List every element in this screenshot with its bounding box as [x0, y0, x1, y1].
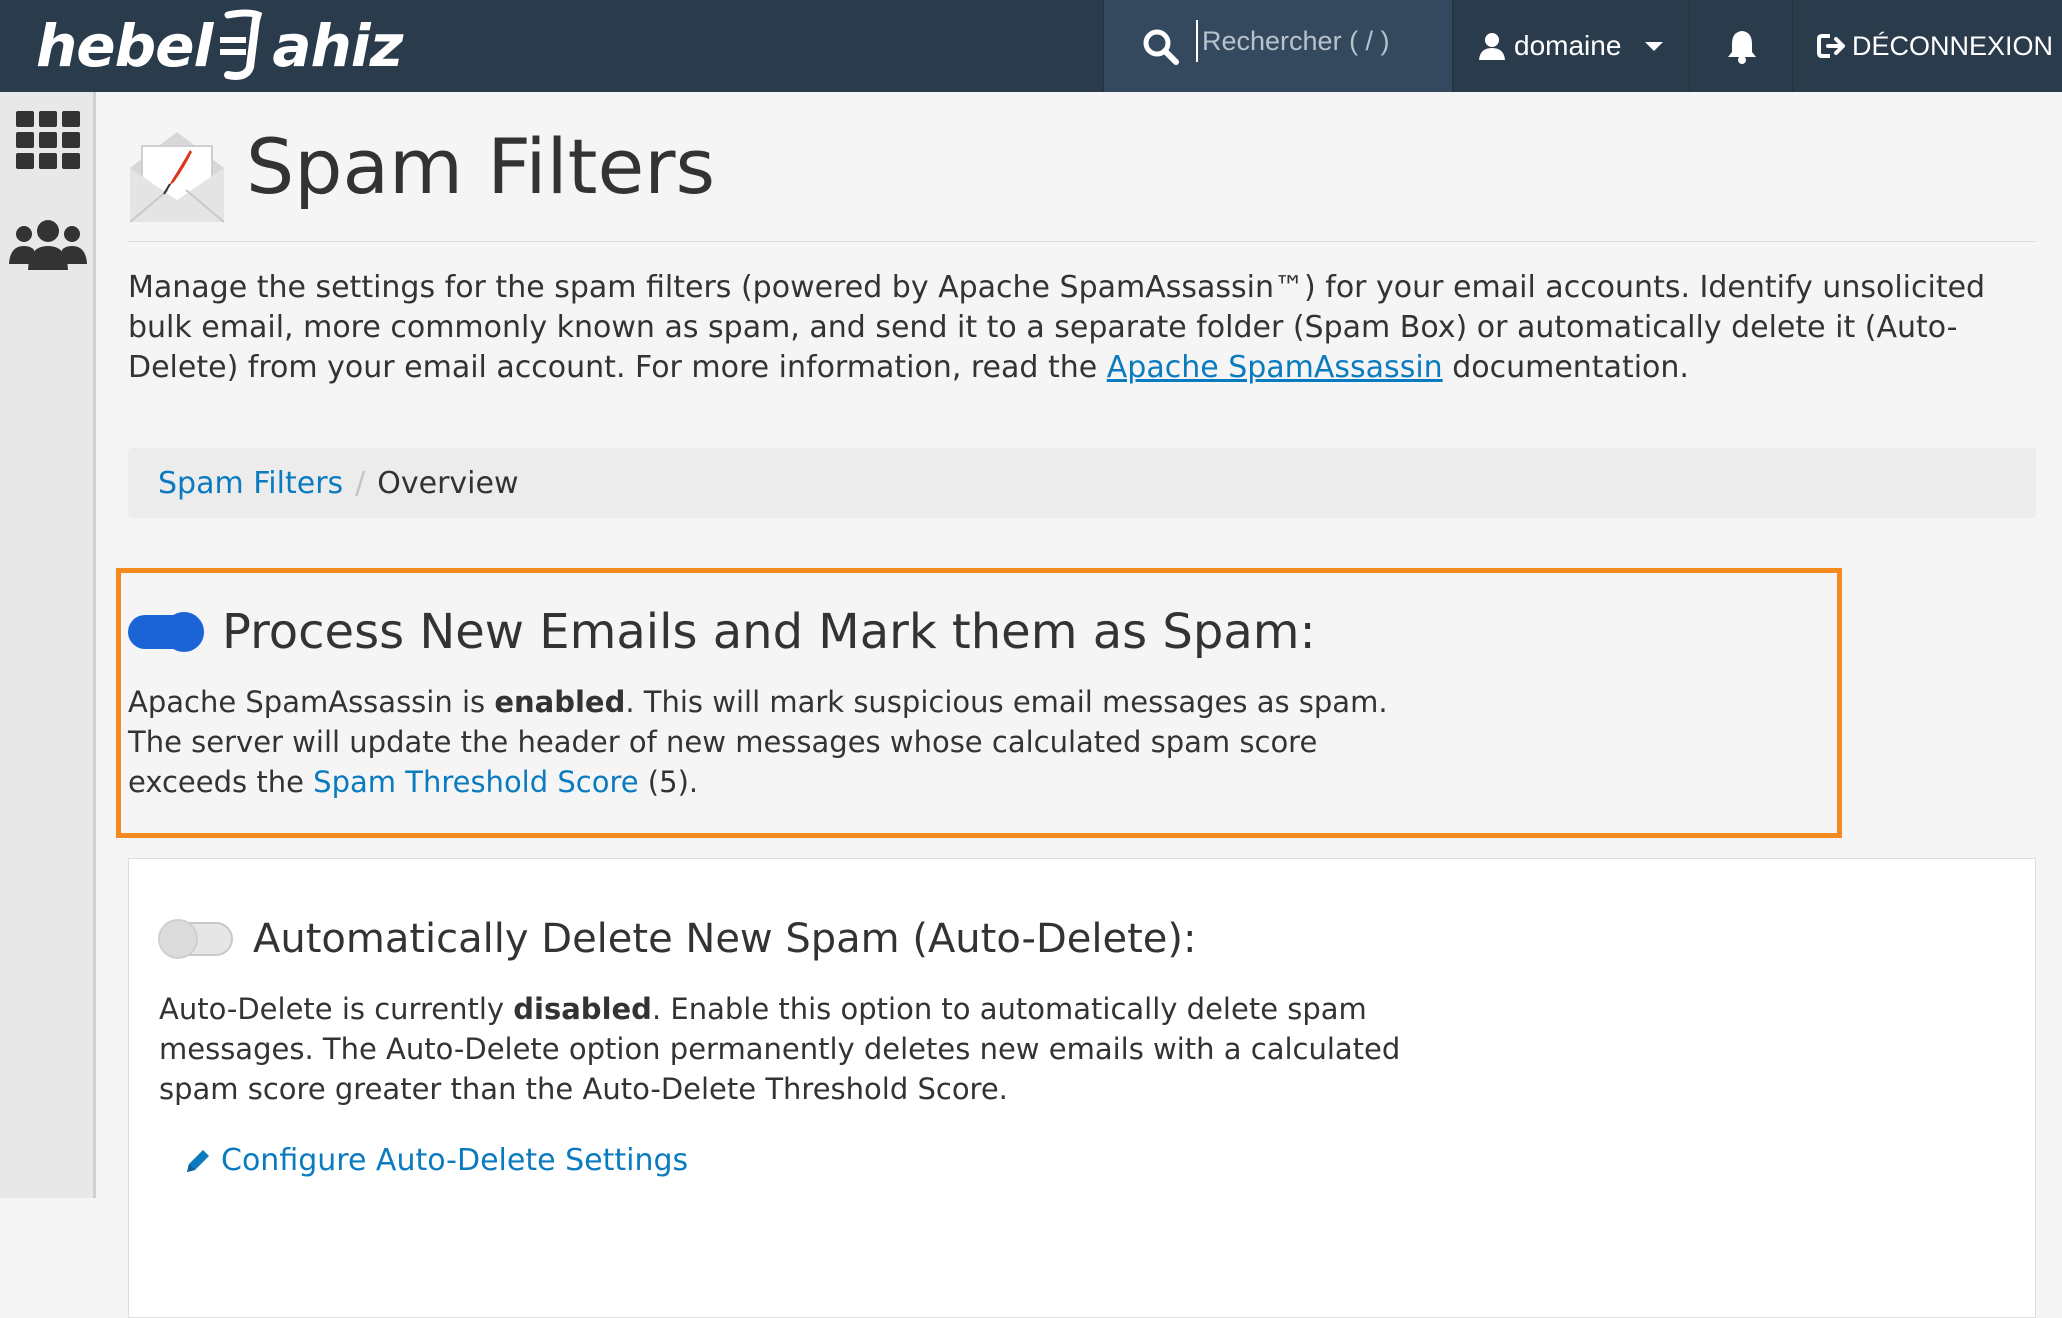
spam-threshold-score-link[interactable]: Spam Threshold Score: [313, 765, 638, 799]
search-input[interactable]: [1196, 20, 1436, 62]
breadcrumb-overview: Overview: [377, 465, 519, 501]
logout-icon: [1817, 34, 1845, 58]
mail-quill-icon: [129, 132, 225, 223]
logout-label: DÉCONNEXION: [1852, 30, 2054, 61]
intro-text-start: Manage the settings for the spam filters…: [128, 270, 1986, 385]
auto-delete-toggle[interactable]: [158, 919, 233, 959]
breadcrumb: Spam Filters / Overview: [128, 448, 2036, 518]
logo-text-left: hebel: [36, 12, 213, 80]
chevron-down-icon: [1645, 41, 1664, 51]
process-emails-title: Process New Emails and Mark them as Spam…: [222, 604, 1316, 660]
notifications-button[interactable]: [1691, 0, 1793, 92]
process-emails-section: Process New Emails and Mark them as Spam…: [128, 592, 1828, 802]
page-title: Spam Filters: [246, 122, 716, 211]
auto-delete-title: Automatically Delete New Spam (Auto-Dele…: [253, 916, 1197, 962]
logout-button[interactable]: DÉCONNEXION: [1794, 0, 2062, 92]
configure-auto-delete-link[interactable]: Configure Auto-Delete Settings: [183, 1143, 1459, 1178]
users-icon: [9, 220, 87, 270]
toggle-knob: [164, 612, 204, 652]
user-icon: [1479, 33, 1505, 60]
auto-delete-description: Auto-Delete is currently disabled. Enabl…: [159, 989, 1459, 1109]
top-bar: hebel ahiz domaine: [0, 0, 2062, 92]
process-status: enabled: [494, 685, 626, 719]
process-text-start: Apache SpamAssassin is: [128, 685, 495, 719]
toggle-knob: [158, 919, 198, 959]
page-description: Manage the settings for the spam filters…: [128, 268, 2036, 388]
breadcrumb-spam-filters[interactable]: Spam Filters: [158, 466, 343, 501]
auto-delete-panel: Automatically Delete New Spam (Auto-Dele…: [128, 858, 2036, 1318]
search-box: [1103, 0, 1453, 92]
bell-icon: [1727, 31, 1756, 64]
auto-delete-status: disabled: [513, 992, 652, 1026]
auto-delete-text-start: Auto-Delete is currently: [159, 992, 514, 1026]
side-nav: [0, 92, 96, 1198]
process-emails-description: Apache SpamAssassin is enabled. This wil…: [128, 682, 1428, 802]
breadcrumb-separator: /: [355, 465, 366, 501]
process-emails-toggle[interactable]: [128, 612, 204, 652]
user-name: domaine: [1514, 30, 1622, 61]
user-menu[interactable]: domaine: [1454, 0, 1690, 92]
apps-grid-icon: [16, 111, 80, 169]
intro-text-end: documentation.: [1442, 350, 1689, 385]
page-header: Spam Filters: [128, 112, 2036, 242]
logo-mark-icon: [214, 9, 270, 83]
logo[interactable]: hebel ahiz: [36, 4, 416, 88]
search-icon[interactable]: [1142, 28, 1180, 66]
users-nav-button[interactable]: [0, 204, 96, 284]
apache-spamassassin-link[interactable]: Apache SpamAssassin: [1107, 350, 1443, 385]
pencil-icon: [187, 1149, 209, 1172]
configure-auto-delete-label: Configure Auto-Delete Settings: [221, 1143, 689, 1178]
logo-text-right: ahiz: [272, 12, 403, 80]
apps-nav-button[interactable]: [0, 100, 96, 180]
process-text-end: (5).: [638, 765, 699, 799]
